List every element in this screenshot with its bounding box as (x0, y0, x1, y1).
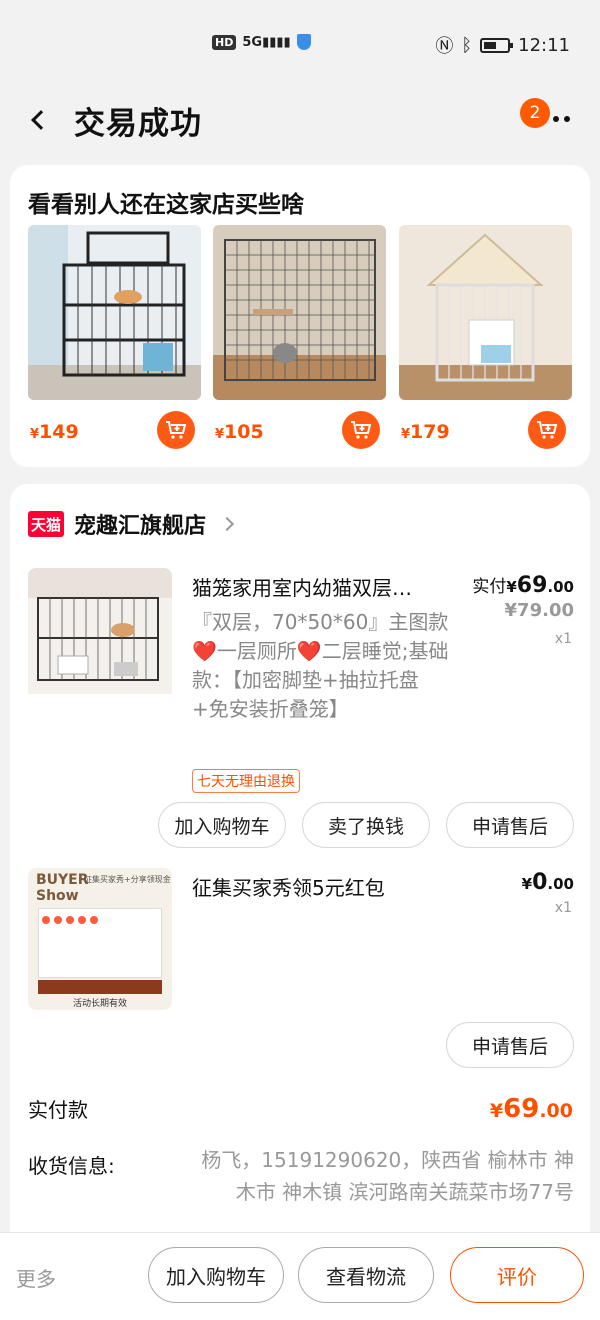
back-button[interactable] (18, 100, 58, 140)
shipping-label: 收货信息: (28, 1154, 115, 1178)
bottom-action-bar: 更多 加入购物车 查看物流 评价 (0, 1232, 600, 1320)
tmall-logo: 天猫 (28, 511, 64, 537)
clock: 12:11 (518, 34, 570, 56)
recommendation-title: 看看别人还在这家店买些啥 (28, 192, 304, 218)
paid-price: ¥0.00 (521, 870, 574, 895)
add-to-cart-button[interactable] (528, 411, 566, 449)
recommendation-item[interactable]: ¥105 (213, 225, 386, 449)
recommendation-item[interactable]: ¥179 (399, 225, 572, 449)
product-title[interactable]: 征集买家秀领5元红包 (192, 872, 385, 901)
after-sales-button[interactable]: 申请售后 (446, 1022, 574, 1068)
thumb-stars (42, 916, 98, 924)
payment-label: 实付款 (28, 1098, 88, 1122)
add-to-cart-button[interactable]: 加入购物车 (148, 1247, 284, 1303)
shop-header[interactable]: 天猫 宠趣汇旗舰店 (28, 508, 235, 540)
more-options-button[interactable]: 2 (520, 98, 576, 134)
original-price: ¥79.00 (504, 600, 574, 621)
add-to-cart-button[interactable] (342, 411, 380, 449)
sell-button[interactable]: 卖了换钱 (302, 802, 430, 848)
page-title: 交易成功 (74, 106, 202, 142)
cart-plus-icon (537, 421, 558, 439)
signal-5g-icon: 5G▮▮▮▮ (242, 34, 291, 50)
more-dot (564, 116, 570, 122)
more-link[interactable]: 更多 (16, 1263, 56, 1292)
payment-row: 实付款 ¥69.00 (28, 1094, 573, 1124)
thumb-text-buyer: BUYER (36, 872, 89, 888)
product-image[interactable] (399, 225, 572, 400)
quantity: x1 (554, 900, 572, 916)
recommendation-item[interactable]: ¥149 (28, 225, 201, 449)
status-bar: HD 5G▮▮▮▮ Ⓝ ᛒ 12:11 (0, 0, 600, 90)
shield-icon (296, 34, 311, 50)
view-logistics-button[interactable]: 查看物流 (298, 1247, 434, 1303)
shipping-info: 杨飞，15191290620，陕西省 榆林市 神木市 神木镇 滨河路南关蔬菜市场… (201, 1148, 574, 1204)
hd-icon: HD (212, 34, 237, 50)
product-image[interactable] (28, 225, 201, 400)
nfc-icon: Ⓝ (435, 36, 454, 57)
review-button[interactable]: 评价 (450, 1247, 584, 1303)
product-thumbnail[interactable] (28, 568, 172, 710)
add-to-cart-button[interactable] (157, 411, 195, 449)
return-policy-tag: 七天无理由退换 (192, 769, 300, 793)
chevron-left-icon (31, 110, 51, 130)
quantity: x1 (554, 631, 572, 647)
thumb-text-show: Show (36, 888, 79, 904)
bluetooth-icon: ᛒ (461, 34, 473, 56)
add-to-cart-button[interactable]: 加入购物车 (158, 802, 286, 848)
thumb-banner (38, 980, 162, 994)
recommendation-price: ¥179 (401, 421, 450, 443)
after-sales-button[interactable]: 申请售后 (446, 802, 574, 848)
status-icons: HD 5G▮▮▮▮ (212, 34, 311, 50)
recommendation-price: ¥105 (215, 421, 264, 443)
chevron-right-icon (219, 516, 235, 532)
status-right: Ⓝ ᛒ 12:11 (435, 32, 570, 58)
battery-icon (480, 37, 514, 53)
shop-name[interactable]: 宠趣汇旗舰店 (74, 508, 206, 540)
order-card: 天猫 宠趣汇旗舰店 猫笼家用室内幼猫双层… 『双层，70*50*60』主图款❤️… (10, 484, 590, 1320)
thumb-footer: 活动长期有效 (72, 999, 127, 1009)
recommendation-card: 看看别人还在这家店买些啥 ¥149 ¥105 ¥179 (10, 165, 590, 467)
notification-badge: 2 (520, 98, 550, 128)
payment-amount: ¥69.00 (489, 1094, 573, 1124)
product-image[interactable] (213, 225, 386, 400)
cart-plus-icon (166, 421, 187, 439)
product-thumbnail[interactable]: BUYER Show 征集买家秀+分享领现金 活动长期有效 (28, 868, 172, 1010)
nav-bar: 交易成功 2 (0, 90, 600, 150)
cart-plus-icon (351, 421, 372, 439)
more-dot (553, 116, 559, 122)
product-spec: 『双层，70*50*60』主图款❤️一层厕所❤️二层睡觉;基础款：【加密脚垫+抽… (192, 610, 449, 721)
thumb-caption: 征集买家秀+分享领现金 (84, 875, 171, 884)
recommendation-price: ¥149 (30, 421, 79, 443)
paid-price: 实付¥69.00 (472, 573, 574, 598)
product-title[interactable]: 猫笼家用室内幼猫双层… (192, 572, 412, 601)
